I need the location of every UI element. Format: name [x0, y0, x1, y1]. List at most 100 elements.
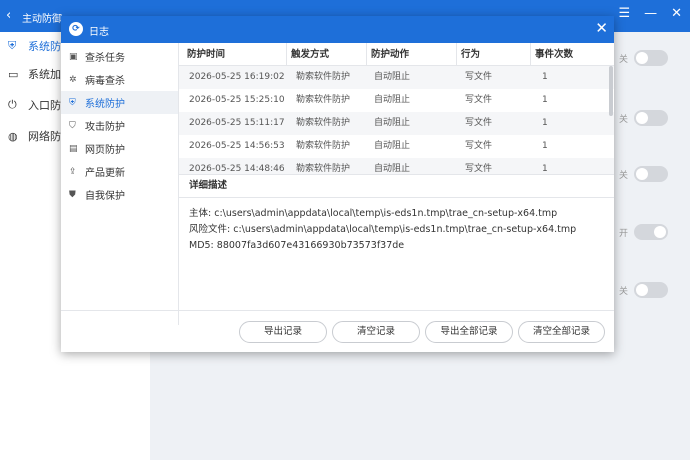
monitor-icon: ▭: [8, 67, 19, 81]
dialog-footer: 导出记录 清空记录 导出全部记录 清空全部记录: [61, 310, 614, 352]
cell-time: 2026-05-25 15:25:10: [189, 95, 285, 105]
minimize-icon[interactable]: —: [644, 6, 657, 21]
cell-time: 2026-05-25 14:48:46: [189, 164, 285, 174]
toggle-switch[interactable]: [634, 166, 668, 182]
export-all-records-button[interactable]: 导出全部记录: [425, 321, 513, 343]
cell-count: 1: [542, 95, 548, 105]
nav-item-label: 查杀任务: [85, 53, 125, 64]
column-header-count[interactable]: 事件次数: [531, 43, 614, 66]
cell-time: 2026-05-25 15:11:17: [189, 118, 285, 128]
setting-row: 关: [619, 110, 668, 126]
dialog-header: ⟳ 日志 ✕: [61, 16, 614, 43]
toggle-state-label: 关: [618, 114, 628, 125]
nav-item-label: 自我保护: [85, 191, 125, 202]
table-row[interactable]: 2026-05-25 16:19:02 勒索软件防护 自动阻止 写文件 1: [179, 66, 614, 89]
virus-icon: ✲: [69, 74, 77, 85]
nav-item-label: 系统防护: [85, 99, 125, 110]
setting-row: 开: [619, 224, 668, 240]
cell-behavior: 写文件: [465, 164, 493, 174]
table-row[interactable]: 2026-05-25 14:56:53 勒索软件防护 自动阻止 写文件 1: [179, 135, 614, 158]
export-records-button[interactable]: 导出记录: [239, 321, 327, 343]
clear-all-records-button[interactable]: 清空全部记录: [518, 321, 605, 343]
app-title: 主动防御: [22, 14, 62, 25]
column-header-time[interactable]: 防护时间: [183, 43, 287, 66]
cell-trigger: 勒索软件防护: [296, 141, 351, 151]
toggle-state-label: 开: [618, 228, 628, 239]
cell-behavior: 写文件: [465, 118, 493, 128]
nav-item-attack-protection[interactable]: ⛉ 攻击防护: [61, 114, 178, 137]
nav-item-virus-scan[interactable]: ✲ 病毒查杀: [61, 68, 178, 91]
log-dialog: ⟳ 日志 ✕ ▣ 查杀任务 ✲ 病毒查杀 ⛨ 系统防护 ⛉ 攻击防护 ▤ 网页防…: [61, 16, 614, 352]
table-row[interactable]: 2026-05-25 15:25:10 勒索软件防护 自动阻止 写文件 1: [179, 89, 614, 112]
close-icon[interactable]: ✕: [595, 19, 608, 37]
cell-count: 1: [542, 141, 548, 151]
nav-item-label: 攻击防护: [85, 122, 125, 133]
table-row[interactable]: 2026-05-25 14:48:46 勒索软件防护 自动阻止 写文件 1: [179, 158, 614, 175]
cell-behavior: 写文件: [465, 72, 493, 82]
back-icon[interactable]: ‹: [6, 8, 11, 23]
cell-behavior: 写文件: [465, 141, 493, 151]
globe-icon: ◍: [8, 129, 18, 143]
table-row[interactable]: 2026-05-25 15:11:17 勒索软件防护 自动阻止 写文件 1: [179, 112, 614, 135]
cell-count: 1: [542, 164, 548, 174]
detail-section-title: 详细描述: [179, 174, 614, 198]
cell-trigger: 勒索软件防护: [296, 118, 351, 128]
nav-item-label: 产品更新: [85, 168, 125, 179]
detail-subject: 主体: c:\users\admin\appdata\local\temp\is…: [189, 208, 558, 219]
cell-time: 2026-05-25 16:19:02: [189, 72, 285, 82]
cell-time: 2026-05-25 14:56:53: [189, 141, 285, 151]
nav-item-scan-tasks[interactable]: ▣ 查杀任务: [61, 45, 178, 68]
cell-action: 自动阻止: [374, 118, 411, 128]
task-icon: ▣: [69, 51, 78, 62]
log-scrollbar[interactable]: [609, 66, 613, 116]
shield-grid-icon: ⛨: [8, 39, 17, 52]
cell-trigger: 勒索软件防护: [296, 95, 351, 105]
nav-item-label: 病毒查杀: [85, 76, 125, 87]
menu-icon[interactable]: ☰: [618, 6, 630, 21]
nav-item-system-protection[interactable]: ⛨ 系统防护: [61, 91, 178, 114]
cell-action: 自动阻止: [374, 95, 411, 105]
nav-item-web-protection[interactable]: ▤ 网页防护: [61, 137, 178, 160]
toggle-switch[interactable]: [634, 224, 668, 240]
detail-description: 主体: c:\users\admin\appdata\local\temp\is…: [179, 206, 614, 316]
toggle-state-label: 关: [618, 286, 628, 297]
close-icon[interactable]: ✕: [671, 6, 682, 21]
table-header: 防护时间 触发方式 防护动作 行为 事件次数: [179, 43, 614, 66]
column-header-action[interactable]: 防护动作: [367, 43, 457, 66]
detail-md5: MD5: 88007fa3d607e43166930b73573f37de: [189, 240, 405, 251]
power-icon: ⏻: [8, 98, 17, 111]
cell-trigger: 勒索软件防护: [296, 72, 351, 82]
setting-row: 关: [619, 50, 668, 66]
setting-row: 关: [619, 166, 668, 182]
setting-row: 关: [619, 282, 668, 298]
log-category-nav: ▣ 查杀任务 ✲ 病毒查杀 ⛨ 系统防护 ⛉ 攻击防护 ▤ 网页防护 ⇪ 产品更…: [61, 43, 179, 325]
toggle-state-label: 关: [618, 54, 628, 65]
self-protect-icon: ⛊: [69, 189, 76, 200]
cell-trigger: 勒索软件防护: [296, 164, 351, 174]
nav-item-label: 网页防护: [85, 145, 125, 156]
cell-action: 自动阻止: [374, 164, 411, 174]
toggle-switch[interactable]: [634, 110, 668, 126]
attack-shield-icon: ⛉: [69, 120, 76, 131]
window-controls: ☰ — ✕: [618, 6, 682, 21]
cell-count: 1: [542, 118, 548, 128]
toggle-switch[interactable]: [634, 50, 668, 66]
dialog-title: 日志: [89, 27, 109, 38]
web-page-icon: ▤: [69, 143, 78, 154]
log-table: 防护时间 触发方式 防护动作 行为 事件次数 2026-05-25 16:19:…: [179, 43, 614, 175]
cell-action: 自动阻止: [374, 72, 411, 82]
toggle-switch[interactable]: [634, 282, 668, 298]
column-header-behavior[interactable]: 行为: [457, 43, 531, 66]
column-header-trigger[interactable]: 触发方式: [287, 43, 367, 66]
cell-behavior: 写文件: [465, 95, 493, 105]
cell-action: 自动阻止: [374, 141, 411, 151]
clear-records-button[interactable]: 清空记录: [332, 321, 420, 343]
nav-item-product-update[interactable]: ⇪ 产品更新: [61, 160, 178, 183]
app-logo-icon: ⟳: [69, 22, 83, 36]
cell-count: 1: [542, 72, 548, 82]
detail-risk-file: 风险文件: c:\users\admin\appdata\local\temp\…: [189, 224, 577, 235]
system-protect-icon: ⛨: [69, 97, 76, 108]
nav-item-self-protection[interactable]: ⛊ 自我保护: [61, 183, 178, 206]
toggle-state-label: 关: [618, 170, 628, 181]
update-icon: ⇪: [69, 166, 77, 177]
